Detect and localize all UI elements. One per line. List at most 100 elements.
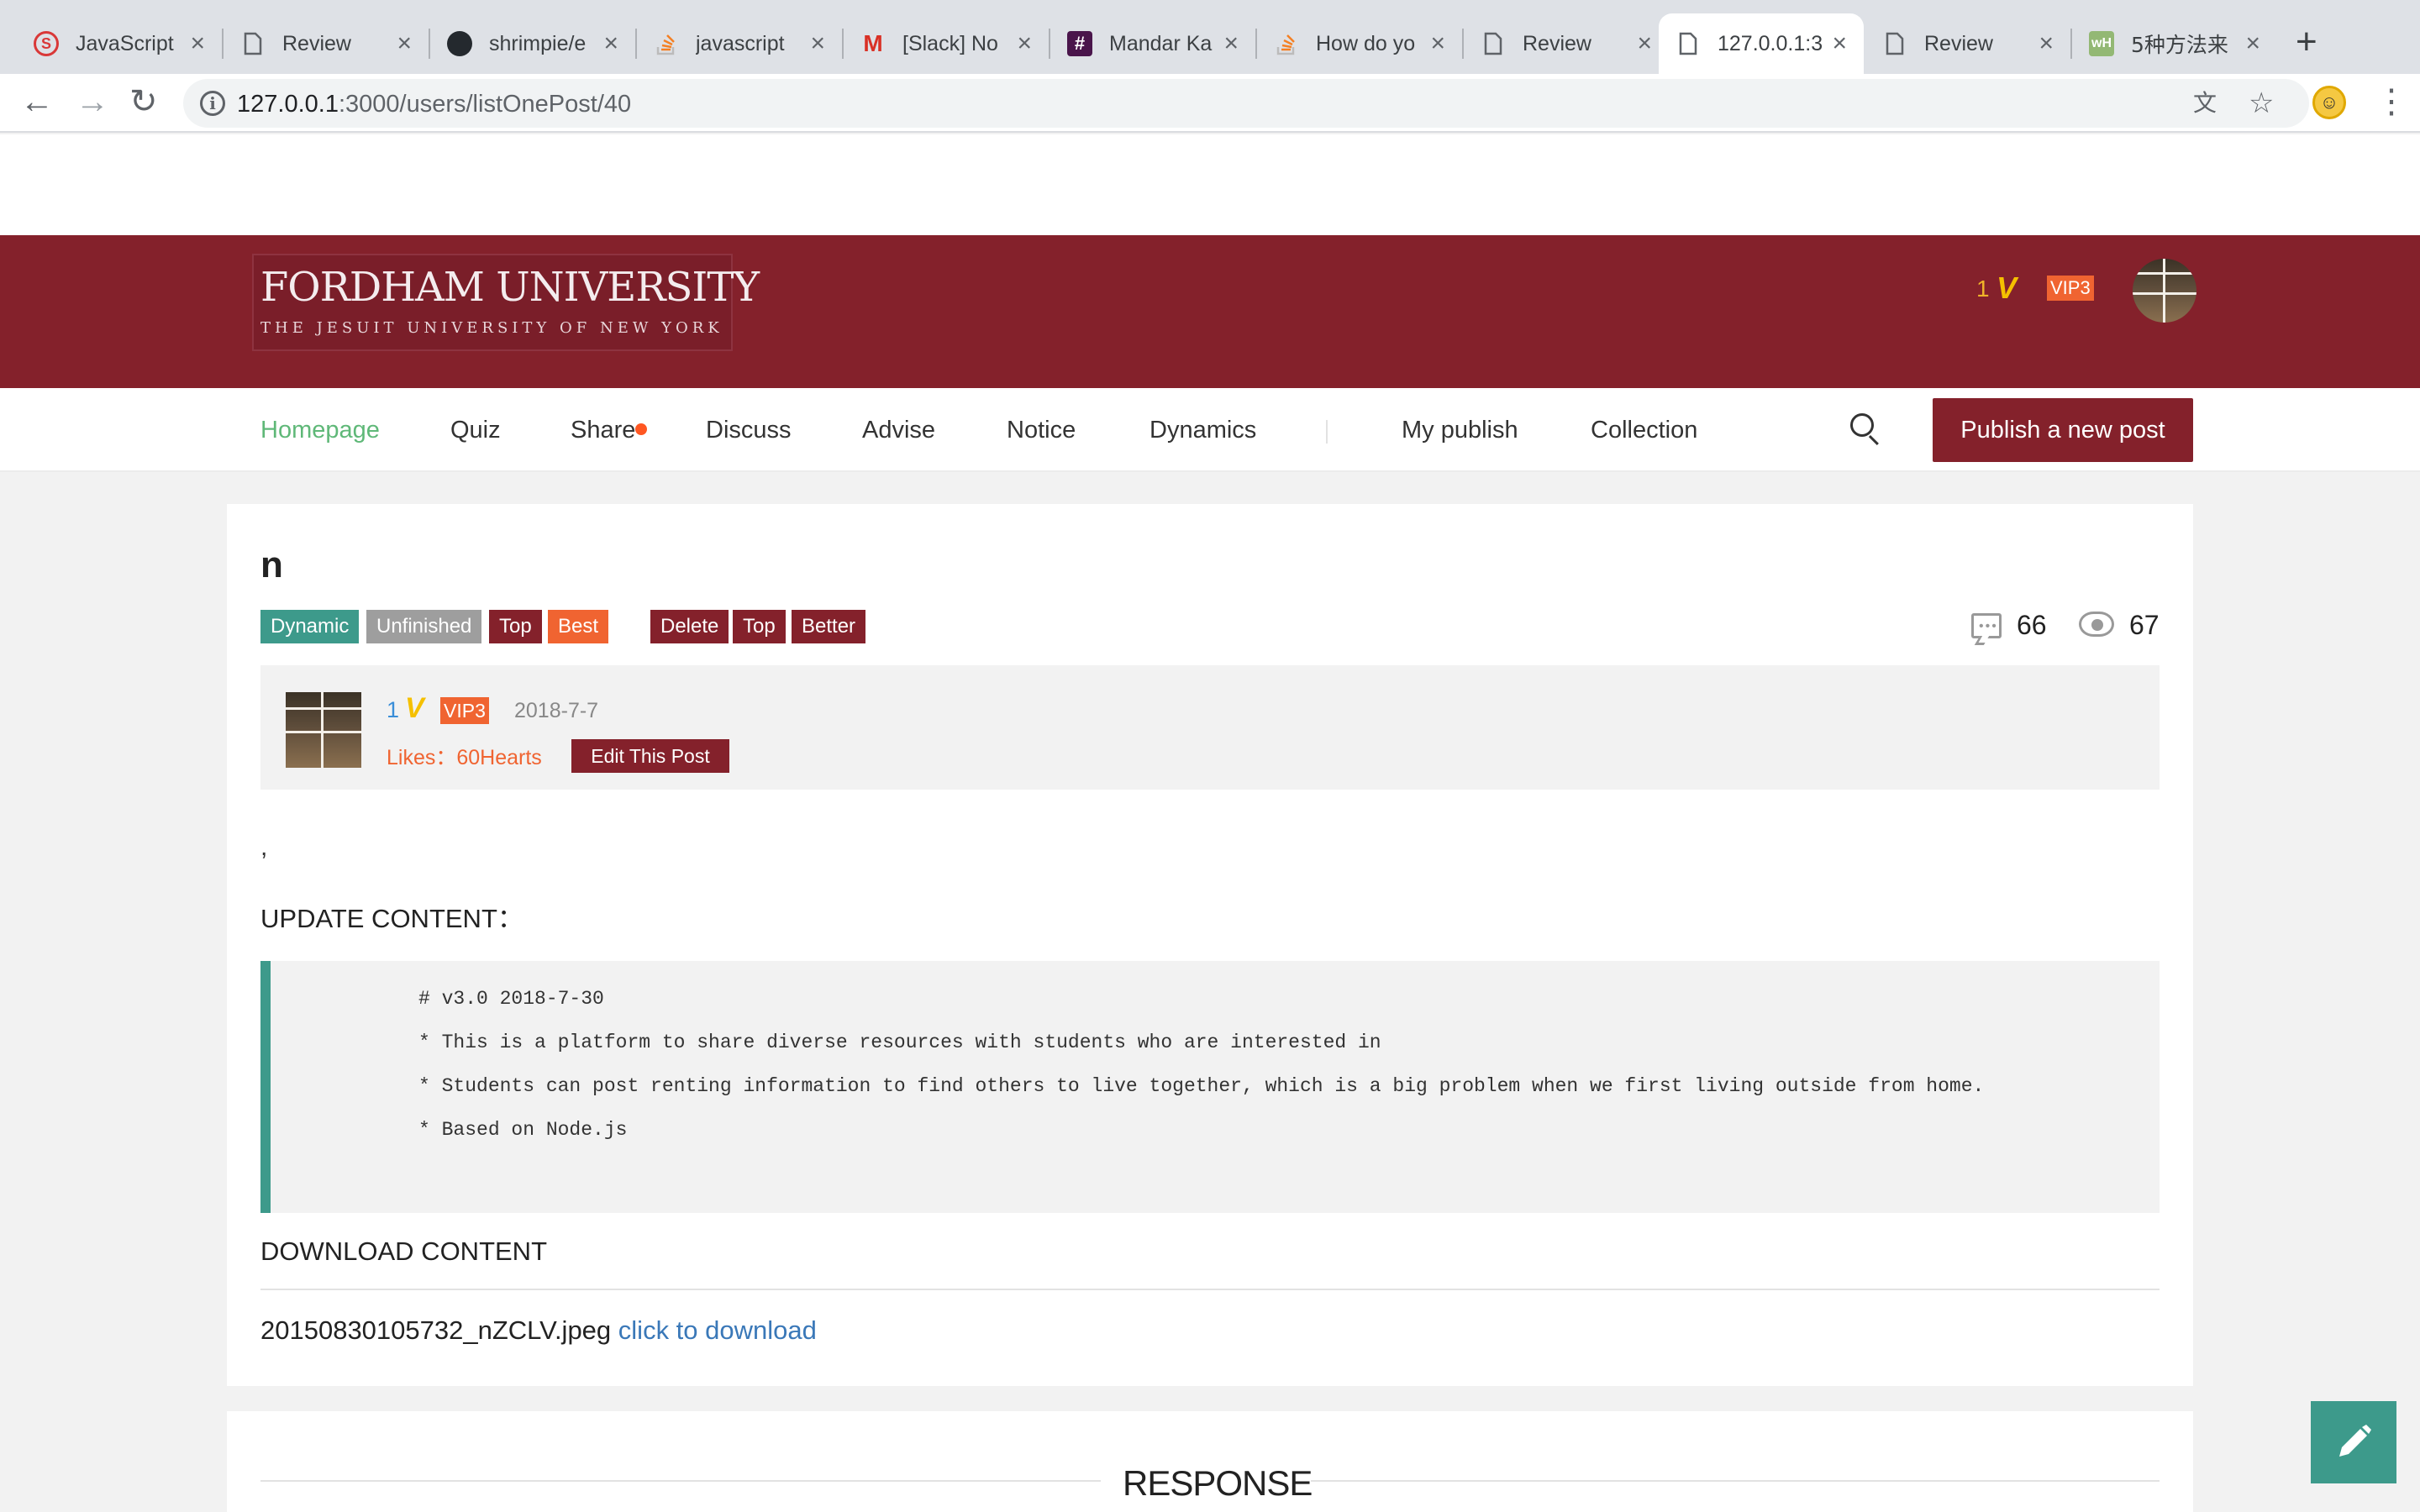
forward-arrow-icon[interactable]: → (76, 82, 109, 121)
post-body-text: , (260, 833, 268, 861)
write-response-button[interactable] (2311, 1401, 2396, 1483)
code-line: * Students can post renting information … (418, 1075, 1985, 1097)
eye-icon (2079, 612, 2114, 637)
menu-dots-icon[interactable]: ⋮ (2375, 82, 2408, 121)
post-date: 2018-7-7 (514, 699, 599, 722)
close-tab-icon[interactable]: × (2245, 30, 2260, 57)
code-line: * Based on Node.js (418, 1119, 628, 1141)
download-content-heading: DOWNLOAD CONTENT (260, 1236, 547, 1266)
star-icon[interactable]: ☆ (2249, 87, 2274, 119)
response-heading: RESPONSE (1123, 1463, 1313, 1503)
address-bar[interactable]: i 127.0.0.1:3000/users/listOnePost/40 文 … (183, 79, 2309, 128)
logo-subtitle: THE JESUIT UNIVERSITY OF NEW YORK (260, 319, 723, 337)
nav-share[interactable]: Share (571, 417, 635, 444)
nav-homepage[interactable]: Homepage (260, 417, 380, 444)
url-host: 127.0.0.1 (237, 91, 339, 118)
nav-collection[interactable]: Collection (1591, 417, 1697, 444)
response-section: RESPONSE (227, 1411, 2193, 1512)
nav-my-publish[interactable]: My publish (1402, 417, 1518, 444)
document-icon (240, 31, 266, 56)
edit-post-button[interactable]: Edit This Post (571, 739, 729, 773)
nav-discuss[interactable]: Discuss (706, 417, 792, 444)
download-row: 20150830105732_nZCLV.jpeg click to downl… (260, 1315, 817, 1346)
site-header: FORDHAM UNIVERSITY THE JESUIT UNIVERSITY… (0, 235, 2420, 388)
set-better-button[interactable]: Better (792, 610, 866, 643)
nav-advise[interactable]: Advise (862, 417, 935, 444)
document-icon (1882, 31, 1907, 56)
vip-badge: VIP3 (2047, 276, 2094, 301)
browser-tab[interactable]: M [Slack] No × (844, 13, 1049, 74)
browser-tab[interactable]: javascript × (637, 13, 842, 74)
close-tab-icon[interactable]: × (1430, 30, 1445, 57)
browser-tab[interactable]: Review × (1865, 13, 2070, 74)
likes-count: Likes：60Hearts (387, 746, 542, 769)
close-tab-icon[interactable]: × (1637, 30, 1652, 57)
profile-avatar-icon[interactable]: ☺ (2312, 86, 2346, 119)
user-avatar[interactable] (2133, 259, 2196, 323)
divider (260, 1289, 2160, 1290)
translate-icon[interactable]: 文 (2193, 87, 2217, 119)
close-tab-icon[interactable]: × (603, 30, 618, 57)
browser-tab[interactable]: Review × (1464, 13, 1669, 74)
browser-tab[interactable]: shrimpie/e × (430, 13, 635, 74)
logo-title: FORDHAM UNIVERSITY (260, 264, 760, 311)
post-title: n (260, 544, 283, 585)
tab-title: Review (1523, 31, 1591, 55)
tab-title: Review (1924, 31, 1993, 55)
set-top-button[interactable]: Top (733, 610, 786, 643)
nav-dynamics[interactable]: Dynamics (1150, 417, 1256, 444)
close-tab-icon[interactable]: × (1223, 30, 1239, 57)
new-tab-icon[interactable]: + (2296, 22, 2317, 62)
tab-title: 127.0.0.1:3 (1718, 31, 1823, 55)
badge-dynamic: Dynamic (260, 610, 360, 643)
close-tab-icon[interactable]: × (190, 30, 205, 57)
file-name: 20150830105732_nZCLV.jpeg (260, 1315, 612, 1345)
tab-title: javascript (696, 31, 785, 55)
browser-tab[interactable]: S JavaScript × (17, 13, 222, 74)
nav-quiz[interactable]: Quiz (450, 417, 501, 444)
slack-icon: # (1067, 31, 1092, 56)
tab-title: shrimpie/e (489, 31, 587, 55)
browser-tab[interactable]: How do yo × (1257, 13, 1462, 74)
browser-tab[interactable]: # Mandar Ka × (1050, 13, 1255, 74)
badge-top: Top (489, 610, 542, 643)
fordham-logo[interactable]: FORDHAM UNIVERSITY THE JESUIT UNIVERSITY… (252, 254, 760, 351)
url-text[interactable]: 127.0.0.1:3000/users/listOnePost/40 (237, 91, 631, 118)
tab-title: How do yo (1316, 31, 1416, 55)
browser-tab[interactable]: wH 5种方法来 × (2072, 13, 2277, 74)
url-path: :3000/users/listOnePost/40 (338, 91, 632, 118)
comment-count: 66 (2017, 610, 2047, 640)
close-tab-icon[interactable]: × (1832, 30, 1847, 57)
publish-new-post-button[interactable]: Publish a new post (1933, 398, 2193, 462)
info-icon[interactable]: i (200, 91, 225, 116)
document-icon (1481, 31, 1506, 56)
close-tab-icon[interactable]: × (1017, 30, 1032, 57)
download-link[interactable]: click to download (618, 1315, 817, 1345)
comment-icon: ••• (1971, 613, 2002, 638)
delete-button[interactable]: Delete (650, 610, 729, 643)
close-tab-icon[interactable]: × (2039, 30, 2054, 57)
reload-icon[interactable]: ↻ (129, 82, 158, 121)
vip-v-icon: V (1996, 270, 2018, 305)
nav-divider (1326, 420, 1328, 444)
nav-notice[interactable]: Notice (1007, 417, 1076, 444)
wikihow-icon: wH (2089, 31, 2114, 56)
close-tab-icon[interactable]: × (397, 30, 412, 57)
browser-toolbar: ← → ↻ i 127.0.0.1:3000/users/listOnePost… (0, 74, 2420, 133)
github-icon (447, 31, 472, 56)
vip-v-icon: V (405, 692, 424, 724)
main-nav: Homepage Quiz Share Discuss Advise Notic… (0, 388, 2420, 472)
divider (260, 1480, 1101, 1482)
divider (1311, 1480, 2160, 1482)
update-content-block: # v3.0 2018-7-30 * This is a platform to… (260, 961, 2160, 1213)
author-avatar[interactable] (286, 692, 361, 768)
pencil-icon (2339, 1425, 2371, 1457)
post-card: n Dynamic Unfinished Top Best Delete Top… (227, 504, 2193, 1386)
back-arrow-icon[interactable]: ← (20, 82, 54, 121)
browser-tab[interactable]: Review × (224, 13, 429, 74)
browser-tab-active[interactable]: 127.0.0.1:3 × (1659, 13, 1864, 74)
close-tab-icon[interactable]: × (810, 30, 825, 57)
code-line: * This is a platform to share diverse re… (418, 1032, 1381, 1053)
search-icon[interactable] (1849, 412, 1882, 446)
code-line: # v3.0 2018-7-30 (418, 988, 604, 1010)
